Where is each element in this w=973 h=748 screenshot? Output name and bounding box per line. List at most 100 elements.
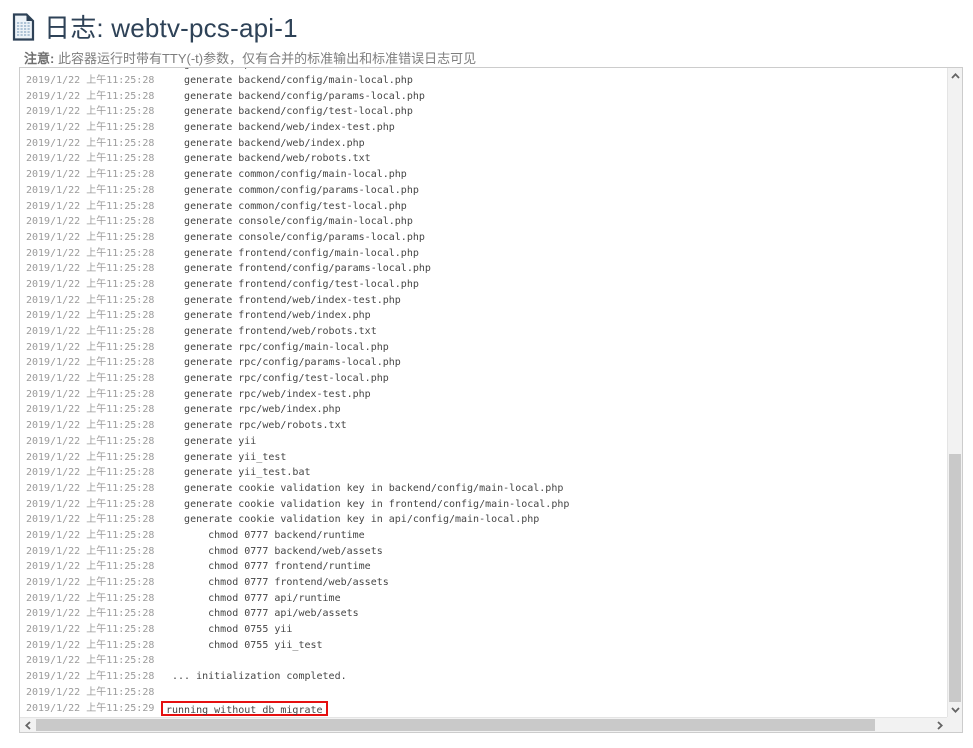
log-row: 2019/1/22 上午11:25:28 generate cookie val… xyxy=(26,481,947,497)
log-row: 2019/1/22 上午11:25:28 generate common/con… xyxy=(26,167,947,183)
log-timestamp: 2019/1/22 上午11:25:28 xyxy=(26,498,155,510)
horizontal-scrollbar[interactable] xyxy=(20,717,947,732)
log-timestamp: 2019/1/22 上午11:25:28 xyxy=(26,373,155,385)
chevron-right-icon xyxy=(936,720,943,730)
log-row: 2019/1/22 上午11:25:28 generate yii_test.b… xyxy=(26,465,947,481)
log-timestamp: 2019/1/22 上午11:25:28 xyxy=(26,467,155,479)
log-message: generate rpc/web/robots.txt xyxy=(166,420,347,432)
vertical-scroll-thumb[interactable] xyxy=(949,454,961,702)
log-timestamp: 2019/1/22 上午11:25:28 xyxy=(26,68,166,73)
log-row: 2019/1/22 上午11:25:29 running without db … xyxy=(26,700,947,717)
log-timestamp: 2019/1/22 上午11:25:28 xyxy=(26,592,155,604)
log-row: 2019/1/22 上午11:25:28 generate rpc/web/in… xyxy=(26,402,947,418)
log-row: 2019/1/22 上午11:25:28 chmod 0777 backend/… xyxy=(26,528,947,544)
log-message: generate console/config/params-local.php xyxy=(166,231,425,243)
log-row: 2019/1/22 上午11:25:28 generate backend/co… xyxy=(26,89,947,105)
log-row: 2019/1/22 上午11:25:28 chmod 0755 yii xyxy=(26,622,947,638)
log-timestamp: 2019/1/22 上午11:25:28 xyxy=(26,357,155,369)
log-message: generate common/config/test-local.php xyxy=(166,200,407,212)
log-viewport[interactable]: 2019/1/22 上午11:25:28 generate api/web/ro… xyxy=(20,68,947,717)
log-row: 2019/1/22 上午11:25:28 generate frontend/w… xyxy=(26,324,947,340)
log-message: generate rpc/web/index-test.php xyxy=(166,388,371,400)
log-row: 2019/1/22 上午11:25:28 generate rpc/config… xyxy=(26,355,947,371)
log-message: chmod 0777 frontend/web/assets xyxy=(166,577,389,588)
log-row: 2019/1/22 上午11:25:28 generate console/co… xyxy=(26,214,947,230)
log-row: 2019/1/22 上午11:25:28 chmod 0777 backend/… xyxy=(26,544,947,560)
log-row: 2019/1/22 上午11:25:28 chmod 0755 yii_test xyxy=(26,638,947,654)
log-message: generate frontend/config/test-local.php xyxy=(166,278,419,290)
log-timestamp: 2019/1/22 上午11:25:28 xyxy=(26,514,155,526)
log-message: generate rpc/config/test-local.php xyxy=(166,373,389,385)
horizontal-scroll-track[interactable] xyxy=(35,718,932,732)
log-row: 2019/1/22 上午11:25:28 chmod 0777 api/web/… xyxy=(26,606,947,622)
log-message: generate yii_test.bat xyxy=(166,467,311,479)
log-message: chmod 0777 api/web/assets xyxy=(166,608,359,620)
log-timestamp: 2019/1/22 上午11:25:28 xyxy=(26,451,155,463)
log-timestamp: 2019/1/22 上午11:25:28 xyxy=(26,263,155,275)
log-timestamp: 2019/1/22 上午11:25:28 xyxy=(26,278,155,290)
vertical-scroll-track[interactable] xyxy=(948,83,962,702)
scroll-right-button[interactable] xyxy=(932,718,947,732)
log-row: 2019/1/22 上午11:25:28 generate frontend/c… xyxy=(26,277,947,293)
log-message: chmod 0777 backend/runtime xyxy=(166,529,365,541)
log-message: generate backend/web/index.php xyxy=(166,137,365,149)
log-message: generate rpc/config/main-local.php xyxy=(166,341,389,353)
log-message: generate backend/config/main-local.php xyxy=(166,75,413,86)
log-message: generate backend/web/index-test.php xyxy=(166,122,395,134)
log-row: 2019/1/22 上午11:25:28 generate cookie val… xyxy=(26,512,947,528)
log-row: 2019/1/22 上午11:25:28 generate frontend/w… xyxy=(26,293,947,309)
log-message: generate backend/web/robots.txt xyxy=(166,153,371,165)
log-message: chmod 0777 backend/web/assets xyxy=(166,545,383,557)
log-row: 2019/1/22 上午11:25:28 chmod 0777 frontend… xyxy=(26,575,947,591)
log-message: generate cookie validation key in backen… xyxy=(166,482,564,494)
log-timestamp: 2019/1/22 上午11:25:28 xyxy=(26,671,155,683)
log-message: generate backend/config/test-local.php xyxy=(166,106,413,118)
log-row: 2019/1/22 上午11:25:28 generate rpc/web/ro… xyxy=(26,418,947,434)
log-message: generate frontend/web/index-test.php xyxy=(166,294,401,306)
log-row: 2019/1/22 上午11:25:28 generate backend/we… xyxy=(26,120,947,136)
log-timestamp: 2019/1/22 上午11:25:28 xyxy=(26,200,155,212)
scroll-down-button[interactable] xyxy=(948,702,962,717)
log-row: 2019/1/22 上午11:25:28 generate yii_test xyxy=(26,450,947,466)
log-message: generate common/config/main-local.php xyxy=(166,169,407,181)
tty-note-text: 此容器运行时带有TTY(-t)参数，仅有合并的标准输出和标准错误日志可见 xyxy=(54,51,477,66)
log-timestamp: 2019/1/22 上午11:25:28 xyxy=(26,686,155,698)
log-timestamp: 2019/1/22 上午11:25:28 xyxy=(26,482,155,494)
log-rows: 2019/1/22 上午11:25:28 generate backend/co… xyxy=(26,73,947,717)
log-timestamp: 2019/1/22 上午11:25:28 xyxy=(26,216,155,228)
log-timestamp: 2019/1/22 上午11:25:28 xyxy=(26,639,155,651)
log-row: 2019/1/22 上午11:25:28 generate cookie val… xyxy=(26,497,947,513)
tty-note: 注意: 此容器运行时带有TTY(-t)参数，仅有合并的标准输出和标准错误日志可见 xyxy=(24,48,973,67)
log-timestamp: 2019/1/22 上午11:25:28 xyxy=(26,90,155,102)
log-row: 2019/1/22 上午11:25:28 generate backend/we… xyxy=(26,151,947,167)
chevron-up-icon xyxy=(950,72,960,79)
log-timestamp: 2019/1/22 上午11:25:28 xyxy=(26,420,155,432)
log-row: 2019/1/22 上午11:25:28 generate frontend/c… xyxy=(26,261,947,277)
log-message: generate backend/config/params-local.php xyxy=(166,90,425,102)
highlighted-log-message: running without db migrate xyxy=(161,700,328,717)
log-row: 2019/1/22 上午11:25:28 generate api/web/ro… xyxy=(26,68,947,73)
log-message: generate frontend/web/index.php xyxy=(166,310,371,322)
vertical-scrollbar[interactable] xyxy=(947,68,962,717)
log-timestamp: 2019/1/22 上午11:25:28 xyxy=(26,184,155,196)
log-message: generate console/config/main-local.php xyxy=(166,216,413,228)
log-timestamp: 2019/1/22 上午11:25:28 xyxy=(26,310,155,322)
log-timestamp: 2019/1/22 上午11:25:28 xyxy=(26,231,155,243)
log-row: 2019/1/22 上午11:25:28 generate rpc/config… xyxy=(26,371,947,387)
log-row: 2019/1/22 上午11:25:28 generate rpc/web/in… xyxy=(26,387,947,403)
log-message: generate cookie validation key in api/co… xyxy=(166,514,540,526)
log-timestamp: 2019/1/22 上午11:25:28 xyxy=(26,435,155,447)
log-row: 2019/1/22 上午11:25:28 generate yii xyxy=(26,434,947,450)
log-row: 2019/1/22 上午11:25:28 chmod 0777 frontend… xyxy=(26,559,947,575)
scroll-up-button[interactable] xyxy=(948,68,962,83)
log-timestamp: 2019/1/22 上午11:25:29 xyxy=(26,702,155,714)
log-file-icon xyxy=(12,12,35,41)
log-panel: 2019/1/22 上午11:25:28 generate api/web/ro… xyxy=(19,67,963,733)
scroll-left-button[interactable] xyxy=(20,718,35,732)
log-timestamp: 2019/1/22 上午11:25:28 xyxy=(26,247,155,259)
horizontal-scroll-thumb[interactable] xyxy=(36,719,875,731)
log-message: chmod 0755 yii xyxy=(166,624,293,636)
tty-note-label: 注意: xyxy=(24,51,55,66)
page-header: 日志: webtv-pcs-api-1 注意: 此容器运行时带有TTY(-t)参… xyxy=(0,0,973,67)
log-message: generate rpc/config/params-local.php xyxy=(166,357,401,369)
